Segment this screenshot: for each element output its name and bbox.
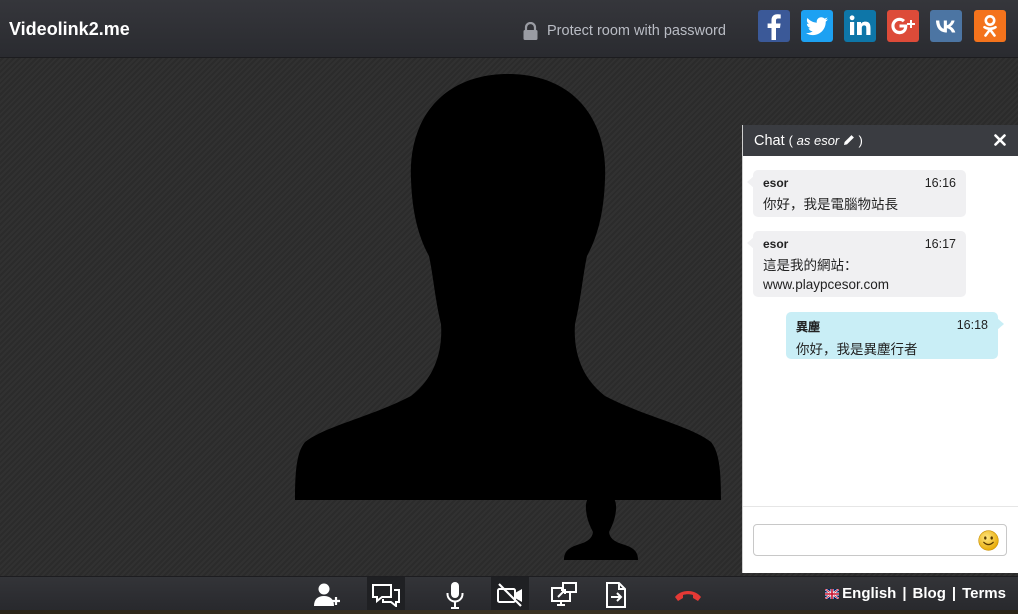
chat-title: Chat — [754, 133, 785, 149]
website-link: www.playpcesor.com — [763, 277, 890, 292]
call-toolbar: English | Blog | Terms — [0, 576, 1018, 614]
protect-room-button[interactable]: Protect room with password — [522, 21, 726, 41]
terms-link[interactable]: Terms — [962, 585, 1006, 602]
lock-icon — [523, 22, 538, 40]
separator: | — [951, 585, 957, 602]
screen-share-icon — [551, 582, 577, 606]
smiley-icon[interactable] — [978, 530, 999, 551]
chat-message: esor 16:16 你好，我是電腦物站長 — [747, 170, 966, 217]
chat-header: Chat ( as esor ) — [743, 125, 1018, 156]
facebook-icon — [767, 14, 781, 41]
chat-message-own: 異塵 16:18 你好，我是異塵行者 — [786, 312, 1004, 359]
twitter-share-button[interactable] — [801, 10, 833, 42]
top-bar: Videolink2.me Protect room with password — [0, 0, 1018, 58]
footer-links: English | Blog | Terms — [825, 585, 1006, 602]
local-user-silhouette-icon — [564, 492, 638, 560]
chat-nickname[interactable]: ( as esor ) — [789, 133, 863, 148]
camera-off-icon — [497, 583, 522, 607]
chat-panel: Chat ( as esor ) esor 16:16 你好，我是電腦物站長 e… — [742, 125, 1018, 573]
language-selector[interactable]: English — [825, 585, 896, 602]
close-icon[interactable] — [994, 134, 1006, 146]
brand-logo[interactable]: Videolink2.me — [9, 19, 130, 40]
file-share-button[interactable] — [597, 577, 635, 613]
toggle-chat-button[interactable] — [367, 577, 405, 613]
linkedin-icon — [849, 15, 871, 35]
vk-share-button[interactable] — [930, 10, 962, 42]
add-user-icon — [314, 583, 340, 606]
chat-nickname-label: as esor — [796, 133, 840, 148]
google-plus-share-button[interactable] — [887, 10, 919, 42]
chat-message: esor 16:17 這是我的網站： www.playpcesor.com — [747, 231, 966, 297]
message-time: 16:17 — [924, 237, 956, 251]
invite-user-button[interactable] — [308, 577, 346, 613]
hang-up-icon — [675, 591, 701, 601]
facebook-share-button[interactable] — [758, 10, 790, 42]
file-share-icon — [606, 582, 626, 608]
odnoklassniki-share-button[interactable] — [974, 10, 1006, 42]
google-plus-icon — [891, 17, 915, 35]
pencil-icon — [843, 135, 854, 145]
chat-icon — [372, 584, 400, 607]
message-time: 16:16 — [924, 176, 956, 190]
chat-input[interactable] — [753, 524, 1007, 556]
screen-share-button[interactable] — [545, 577, 583, 613]
odnoklassniki-icon — [983, 15, 997, 37]
protect-room-label: Protect room with password — [547, 23, 726, 39]
message-text: 你好，我是電腦物站長 — [763, 197, 898, 212]
camera-button[interactable] — [491, 577, 529, 613]
vk-icon — [936, 20, 956, 33]
bottom-strip — [0, 610, 1018, 614]
chat-composer — [743, 506, 1018, 573]
twitter-icon — [806, 17, 828, 36]
linkedin-share-button[interactable] — [844, 10, 876, 42]
separator: | — [902, 585, 907, 602]
blog-link[interactable]: Blog — [913, 585, 946, 602]
uk-flag-icon — [825, 589, 840, 599]
message-text: 這是我的網站： www.playpcesor.com — [763, 256, 956, 294]
language-label: English — [842, 585, 897, 602]
microphone-icon — [446, 582, 464, 609]
microphone-button[interactable] — [436, 577, 474, 613]
hang-up-button[interactable] — [669, 577, 707, 613]
message-text: 你好，我是異塵行者 — [796, 342, 918, 357]
remote-user-silhouette-icon — [295, 74, 721, 500]
video-stage: Videolink2.me Protect room with password — [0, 0, 1018, 614]
message-time: 16:18 — [956, 318, 988, 332]
